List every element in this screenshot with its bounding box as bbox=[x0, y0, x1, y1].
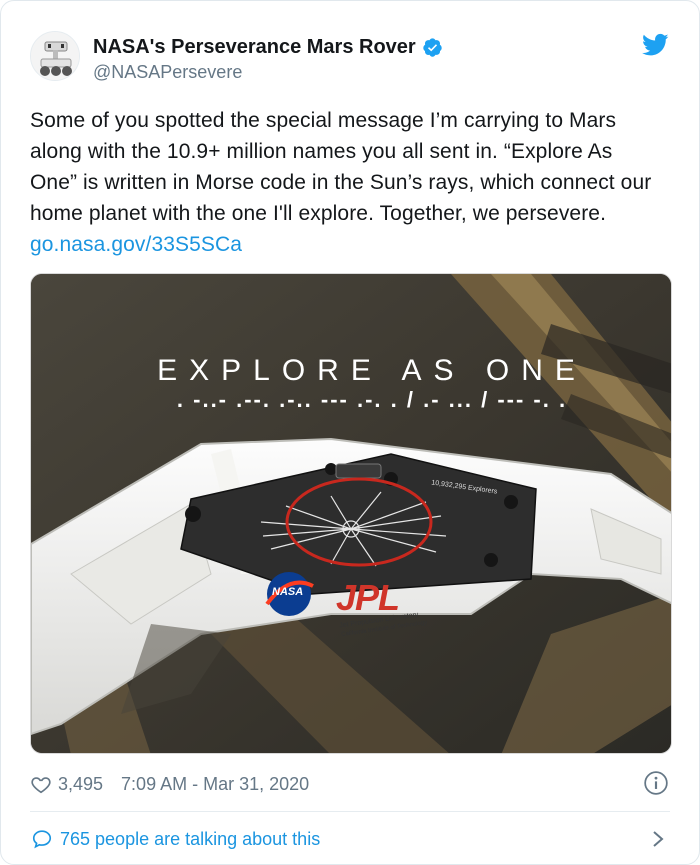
footer-divider bbox=[30, 811, 670, 812]
tweet-body: Some of you spotted the special message … bbox=[30, 109, 652, 225]
tweet-card: NASA's Perseverance Mars Rover @NASAPers… bbox=[0, 0, 700, 865]
tweet-media-image[interactable]: EXPLORE AS ONE . -..- .--. .-.. --- .-. … bbox=[30, 273, 672, 754]
verified-badge-icon bbox=[423, 37, 442, 57]
author-avatar[interactable] bbox=[30, 31, 80, 81]
rover-plate-photo bbox=[31, 274, 671, 753]
author-name-row[interactable]: NASA's Perseverance Mars Rover bbox=[93, 34, 443, 60]
rover-avatar-image bbox=[31, 32, 79, 80]
media-morse-text: . -..- .--. .-.. --- .-. . / .- ... / --… bbox=[176, 387, 568, 412]
heart-icon[interactable] bbox=[30, 773, 52, 795]
tweet-timestamp[interactable]: 7:09 AM - Mar 31, 2020 bbox=[121, 774, 309, 795]
conversation-label[interactable]: 765 people are talking about this bbox=[60, 829, 320, 850]
like-count[interactable]: 3,495 bbox=[58, 774, 103, 795]
conversation-link[interactable]: 765 people are talking about this bbox=[30, 826, 320, 852]
tweet-meta-row: 3,495 7:09 AM - Mar 31, 2020 bbox=[30, 769, 309, 799]
author-handle[interactable]: @NASAPersevere bbox=[93, 62, 242, 83]
twitter-bird-icon[interactable] bbox=[642, 33, 669, 57]
tweet-link[interactable]: go.nasa.gov/33S5SCa bbox=[30, 233, 242, 256]
chevron-right-icon[interactable] bbox=[651, 829, 665, 849]
author-display-name[interactable]: NASA's Perseverance Mars Rover bbox=[93, 36, 416, 59]
jpl-logo-text: JPL bbox=[336, 577, 400, 618]
speech-bubble-icon bbox=[32, 830, 52, 849]
media-headline-text: EXPLORE AS ONE bbox=[157, 354, 587, 387]
info-icon[interactable] bbox=[643, 770, 669, 796]
nasa-logo-text: NASA bbox=[272, 586, 304, 598]
tweet-text: Some of you spotted the special message … bbox=[30, 105, 660, 260]
